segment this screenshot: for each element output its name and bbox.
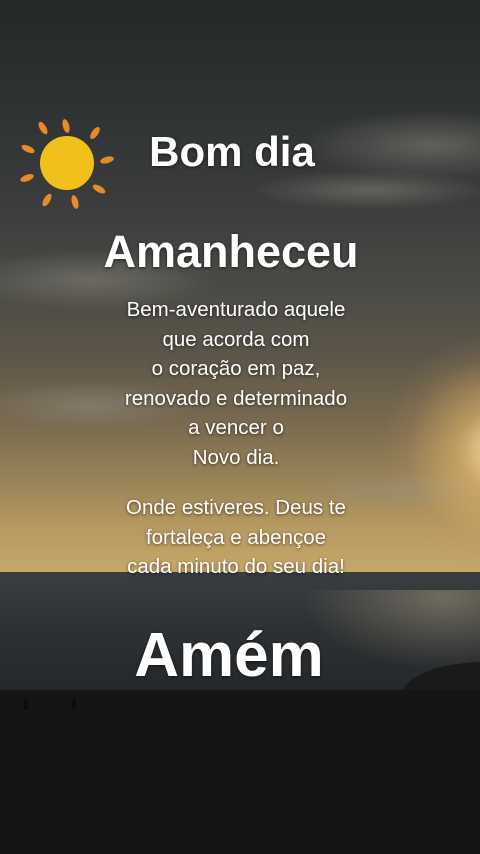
sun-icon	[20, 119, 114, 209]
sea-glint	[300, 590, 480, 670]
verse-line: Bem-aventurado aquele	[126, 298, 346, 321]
verse-line: renovado e determinado	[124, 386, 348, 410]
verse-block: Bem-aventurado aquele que acorda com o c…	[0, 295, 472, 472]
verse-line: a vencer o	[188, 416, 284, 439]
greeting-text: Bom dia	[149, 128, 315, 175]
blessing-line: Onde estiveres. Deus te	[126, 496, 346, 519]
shore	[0, 690, 480, 854]
blessing-block: Onde estiveres. Deus te fortaleça e aben…	[0, 493, 472, 582]
silhouette-figure	[72, 697, 76, 709]
title-text: Amanheceu	[103, 226, 359, 277]
verse-line: o coração em paz,	[151, 357, 321, 380]
closing-text: Amém	[134, 621, 324, 690]
blessing-line: fortaleça e abençoe	[145, 525, 327, 549]
verse-line: que acorda com	[162, 327, 310, 351]
silhouette-figure	[24, 698, 28, 710]
cloud	[250, 170, 480, 210]
verse-line: Novo dia.	[192, 445, 280, 469]
blessing-line: cada minuto do seu dia!	[127, 555, 345, 578]
